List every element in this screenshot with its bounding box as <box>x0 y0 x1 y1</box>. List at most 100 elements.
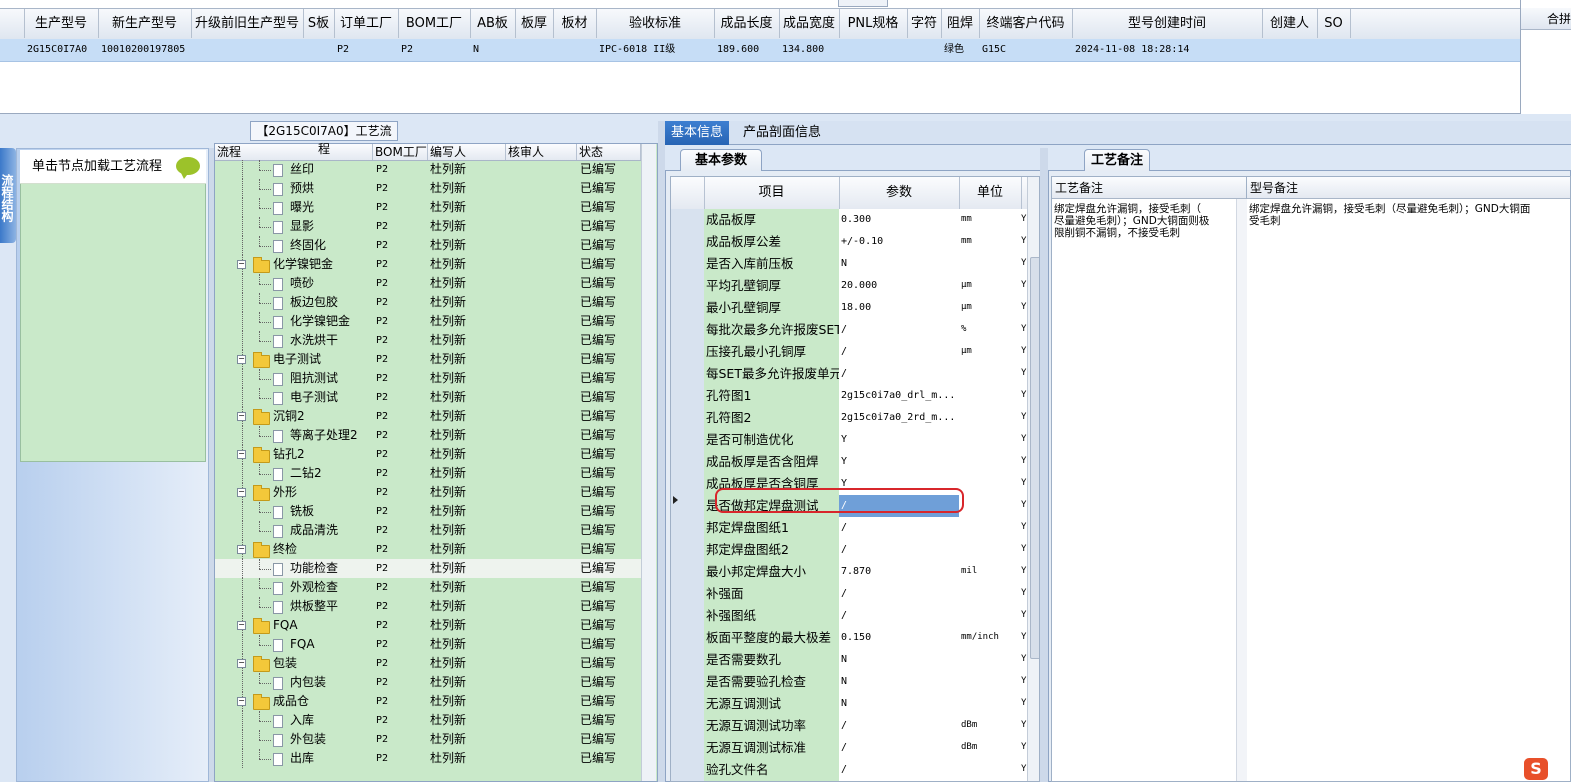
row-selector[interactable] <box>671 693 705 716</box>
param-row[interactable]: 成品板厚公差 +/-0.10 mm Y <box>671 231 1027 254</box>
flow-row[interactable]: 终固化 P2 杜列新 已编写 <box>215 236 641 255</box>
column-header[interactable]: S板 <box>303 9 335 38</box>
param-value[interactable]: +/-0.10 <box>839 231 962 254</box>
param-unit[interactable] <box>959 407 1024 430</box>
param-value[interactable]: 0.300 <box>839 209 962 232</box>
row-selector[interactable] <box>671 297 705 320</box>
scroll-thumb[interactable] <box>1030 257 1039 659</box>
column-header[interactable]: 板厚 <box>515 9 554 38</box>
grid-cell[interactable] <box>191 39 306 61</box>
row-selector[interactable] <box>671 363 705 386</box>
grid-cell[interactable]: G15C <box>979 39 1075 61</box>
grid-cell[interactable]: 134.800 <box>779 39 842 61</box>
param-row[interactable]: 每SET最多允许报废单元 / Y <box>671 363 1027 386</box>
collapse-toggle-icon[interactable]: − <box>237 621 246 630</box>
column-header[interactable]: SO <box>1317 9 1351 38</box>
param-row[interactable]: 是否需要验孔检查 N Y <box>671 671 1027 694</box>
flow-row[interactable]: 功能检查 P2 杜列新 已编写 <box>215 559 641 578</box>
flow-row[interactable]: 化学镍钯金 P2 杜列新 已编写 <box>215 312 641 331</box>
row-selector[interactable] <box>671 583 705 606</box>
param-unit[interactable] <box>959 759 1024 781</box>
row-selector[interactable] <box>671 341 705 364</box>
flow-row[interactable]: − 沉铜2 P2 杜列新 已编写 <box>215 407 641 426</box>
param-row[interactable]: 最小邦定焊盘大小 7.870 mil Y <box>671 561 1027 584</box>
param-value[interactable]: Y <box>839 429 962 452</box>
splitter[interactable] <box>1040 148 1048 782</box>
param-row[interactable]: 无源互调测试 N Y <box>671 693 1027 716</box>
flow-column-header[interactable]: 流程 <box>215 144 373 160</box>
flow-structure-tab[interactable]: 流程结构 <box>0 148 16 243</box>
flow-row[interactable]: 铣板 P2 杜列新 已编写 <box>215 502 641 521</box>
param-unit[interactable] <box>959 253 1024 276</box>
param-value[interactable]: / <box>839 341 962 364</box>
param-caption[interactable]: 基本参数 <box>680 149 762 171</box>
param-row[interactable]: 最小孔壁铜厚 18.00 μm Y <box>671 297 1027 320</box>
grid-cell[interactable]: IPC-6018 II级 <box>596 39 717 61</box>
column-header[interactable]: BOM工厂 <box>398 9 471 38</box>
column-header[interactable]: 成品长度 <box>714 9 780 38</box>
flow-row[interactable]: − 包装 P2 杜列新 已编写 <box>215 654 641 673</box>
row-selector[interactable] <box>671 275 705 298</box>
param-row[interactable]: 成品板厚 0.300 mm Y <box>671 209 1027 232</box>
collapse-toggle-icon[interactable]: − <box>237 450 246 459</box>
param-row[interactable]: 验孔文件名 / Y <box>671 759 1027 781</box>
param-value[interactable]: / <box>839 517 962 540</box>
grid-cell[interactable]: 绿色 <box>941 39 982 61</box>
param-column-header[interactable]: 项目 <box>704 177 840 209</box>
param-value[interactable]: / <box>839 363 962 386</box>
row-selector[interactable] <box>671 429 705 452</box>
grid-cell[interactable]: N <box>470 39 518 61</box>
flow-row[interactable]: − 化学镍钯金 P2 杜列新 已编写 <box>215 255 641 274</box>
param-row[interactable]: 邦定焊盘图纸2/Y <box>671 539 1027 562</box>
grid-cell[interactable] <box>907 39 944 61</box>
tab-basic-info[interactable]: 基本信息 <box>665 121 730 145</box>
param-row[interactable]: 是否可制造优化 Y Y <box>671 429 1027 452</box>
param-row[interactable]: 邦定焊盘图纸1/Y <box>671 517 1027 540</box>
splitter[interactable] <box>658 121 665 782</box>
param-row[interactable]: 是否入库前压板 N Y <box>671 253 1027 276</box>
row-selector[interactable] <box>671 473 705 496</box>
flow-row[interactable]: 出库 P2 杜列新 已编写 <box>215 749 641 768</box>
column-header[interactable]: AB板 <box>470 9 516 38</box>
param-value[interactable]: Y <box>839 451 962 474</box>
grid-cell[interactable] <box>515 39 556 61</box>
flow-row[interactable]: 外包装 P2 杜列新 已编写 <box>215 730 641 749</box>
column-header[interactable]: 字符 <box>907 9 942 38</box>
row-selector[interactable] <box>671 671 705 694</box>
row-selector[interactable] <box>671 319 705 342</box>
param-row[interactable]: 每批次最多允许报废SET /% Y <box>671 319 1027 342</box>
param-unit[interactable] <box>959 473 1024 496</box>
grid-cell[interactable] <box>1317 39 1353 61</box>
grid-cell[interactable]: P2 <box>334 39 401 61</box>
splitter-handle[interactable] <box>838 0 888 7</box>
collapse-toggle-icon[interactable]: − <box>237 697 246 706</box>
param-unit[interactable] <box>959 649 1024 672</box>
column-header[interactable]: 订单工厂 <box>334 9 399 38</box>
param-value[interactable]: N <box>839 253 962 276</box>
row-selector[interactable] <box>671 561 705 584</box>
flow-row[interactable]: 等离子处理2 P2 杜列新 已编写 <box>215 426 641 445</box>
param-value[interactable]: / <box>839 583 962 606</box>
param-value[interactable]: / <box>839 605 962 628</box>
column-header[interactable]: 创建人 <box>1262 9 1318 38</box>
param-column-header[interactable]: 参数 <box>839 177 960 209</box>
param-value[interactable]: 18.00 <box>839 297 962 320</box>
grid-cell[interactable]: 2024-11-08 18:28:14 <box>1072 39 1265 61</box>
flow-column-header[interactable]: BOM工厂 <box>373 144 428 160</box>
param-value[interactable]: 7.870 <box>839 561 962 584</box>
column-header[interactable]: 板材 <box>553 9 597 38</box>
flow-row[interactable]: 电子测试 P2 杜列新 已编写 <box>215 388 641 407</box>
flow-row[interactable]: 外观检查 P2 杜列新 已编写 <box>215 578 641 597</box>
param-value[interactable]: / <box>839 539 962 562</box>
flow-row[interactable]: − 终检 P2 杜列新 已编写 <box>215 540 641 559</box>
flow-row[interactable]: 预烘 P2 杜列新 已编写 <box>215 179 641 198</box>
param-value[interactable]: 2g15c0i7a0_drl_m... <box>839 385 962 408</box>
collapse-toggle-icon[interactable]: − <box>237 355 246 364</box>
param-unit[interactable] <box>959 517 1024 540</box>
flow-row[interactable]: 水洗烘干 P2 杜列新 已编写 <box>215 331 641 350</box>
grid-cell[interactable] <box>553 39 599 61</box>
param-value[interactable]: / <box>839 737 962 760</box>
param-row[interactable]: 无源互调测试标准 / dBm Y <box>671 737 1027 760</box>
param-row[interactable]: 孔符图1 2g15c0i7a0_drl_m... Y <box>671 385 1027 408</box>
model-note-box[interactable]: 型号备注 绑定焊盘允许漏铜，接受毛刺（尽量避免毛刺）；GND大铜面 受毛刺 <box>1247 176 1571 782</box>
